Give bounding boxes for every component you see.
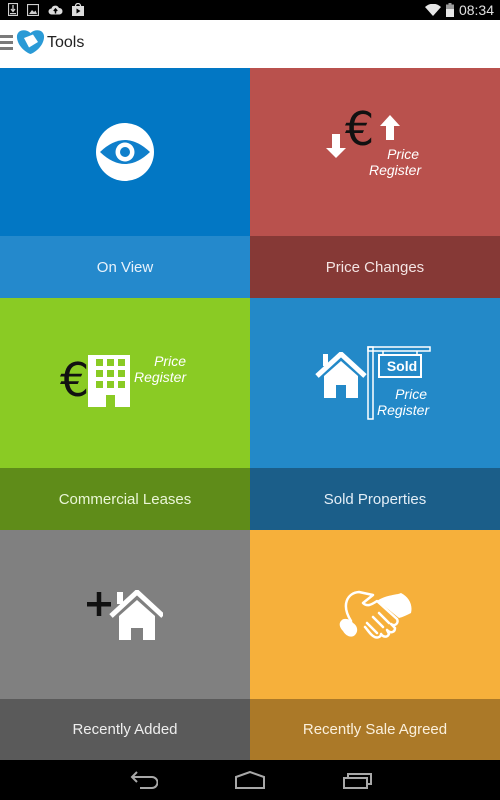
tile-on-view[interactable]: On View xyxy=(0,68,250,298)
tile-label: Sold Properties xyxy=(250,468,500,530)
add-house-icon xyxy=(87,589,163,640)
play-store-icon xyxy=(72,3,84,16)
handshake-icon xyxy=(339,590,412,639)
price-register-text: Price Register xyxy=(134,353,187,385)
tile-label: Price Changes xyxy=(250,236,500,298)
tile-recently-added[interactable]: Recently Added xyxy=(0,530,250,760)
tools-grid: On View € PriceRegister Price Changes € xyxy=(0,68,500,760)
tile-label: On View xyxy=(0,236,250,298)
back-button[interactable] xyxy=(124,768,164,792)
tile-art: € Price Register xyxy=(0,298,250,468)
sold-sign-text: Sold xyxy=(386,358,418,374)
status-bar: 08:34 xyxy=(0,0,500,20)
download-icon xyxy=(8,3,18,16)
price-changes-icon: € Price Register xyxy=(325,106,425,192)
home-button[interactable] xyxy=(230,768,270,792)
clock: 08:34 xyxy=(458,2,494,18)
cloud-upload-icon xyxy=(48,5,63,15)
tile-price-changes[interactable]: € Price Register Price Changes xyxy=(250,68,500,298)
tile-art xyxy=(250,530,500,699)
recent-apps-button[interactable] xyxy=(338,768,378,792)
euro-icon: € xyxy=(60,353,90,407)
tile-recently-sale-agreed[interactable]: Recently Sale Agreed xyxy=(250,530,500,760)
tile-art xyxy=(0,68,250,236)
action-bar: Tools xyxy=(0,20,500,68)
battery-icon xyxy=(445,3,454,17)
arrow-up-icon xyxy=(380,115,400,140)
tile-sold-properties[interactable]: Sold Price Register Sold Properties xyxy=(250,298,500,530)
tile-label: Recently Added xyxy=(0,699,250,760)
page-title: Tools xyxy=(47,34,85,51)
tile-label: Commercial Leases xyxy=(0,468,250,530)
tile-art: € Price Register xyxy=(250,68,500,236)
building-icon xyxy=(88,355,130,407)
tile-art: Sold Price Register xyxy=(250,298,500,468)
eye-icon xyxy=(96,123,154,181)
tile-label: Recently Sale Agreed xyxy=(250,699,500,760)
tile-commercial-leases[interactable]: € Price Register Commercial Leases xyxy=(0,298,250,530)
house-icon xyxy=(315,352,367,398)
navigation-bar xyxy=(0,760,500,800)
arrow-down-icon xyxy=(326,134,346,158)
back-icon xyxy=(130,771,158,789)
price-register-text: Price Register xyxy=(377,386,430,418)
tile-art xyxy=(0,530,250,699)
home-icon xyxy=(235,771,265,789)
app-logo-icon[interactable] xyxy=(16,29,45,55)
image-icon xyxy=(27,3,39,16)
sold-sign-icon: Sold Price Register xyxy=(315,346,435,420)
hamburger-menu-icon[interactable] xyxy=(0,35,13,53)
recent-apps-icon xyxy=(343,773,372,789)
wifi-icon xyxy=(424,4,441,16)
commercial-building-icon: € Price Register xyxy=(60,353,190,411)
price-register-text: Price Register xyxy=(369,146,422,178)
